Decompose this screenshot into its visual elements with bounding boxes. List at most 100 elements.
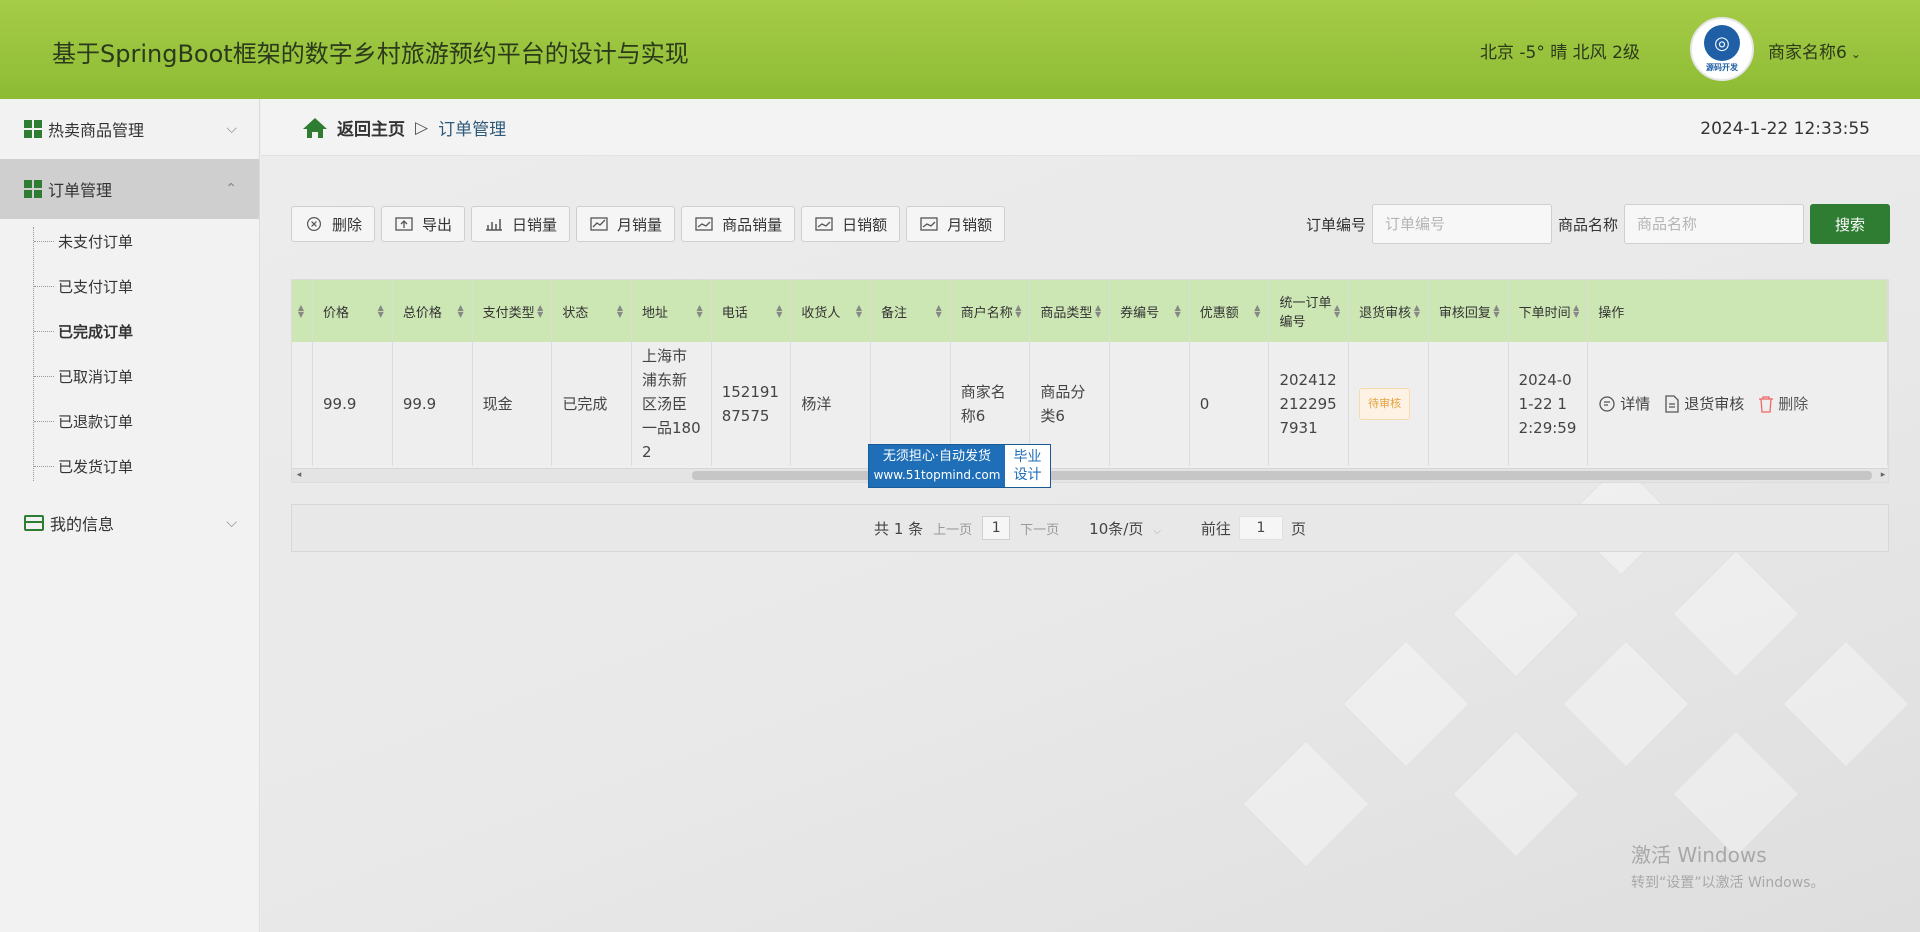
- detail-button[interactable]: 详情: [1598, 392, 1650, 416]
- page-number[interactable]: 1: [982, 516, 1011, 540]
- monthly-sales-button[interactable]: 月销量: [576, 206, 676, 242]
- sidebar-item-label: 热卖商品管理: [48, 121, 145, 140]
- table-header-cell[interactable]: 支付类型 ▲ ▼: [472, 280, 553, 342]
- sidebar-subitem-paid[interactable]: 已支付订单: [34, 264, 259, 309]
- table-header-cell[interactable]: 退货审核 ▲ ▼: [1348, 280, 1429, 342]
- trash-icon: [1759, 396, 1774, 413]
- chevron-down-icon: ⌵: [1153, 525, 1161, 537]
- daily-sales-button[interactable]: 日销量: [471, 206, 571, 242]
- logo-icon: ◎: [1704, 25, 1740, 61]
- sidebar-item-orders[interactable]: 订单管理 ⌃: [0, 159, 259, 219]
- sort-icon[interactable]: ▲ ▼: [1095, 304, 1101, 319]
- prev-page-button[interactable]: 上一页: [933, 519, 972, 538]
- sort-icon[interactable]: ▲ ▼: [856, 304, 862, 319]
- sort-icon[interactable]: ▲ ▼: [1334, 304, 1340, 319]
- table-cell: 已完成: [551, 342, 632, 466]
- sort-icon[interactable]: ▲ ▼: [378, 304, 384, 319]
- table-header-cell[interactable]: 价格 ▲ ▼: [312, 280, 393, 342]
- promo-tag1: 毕业: [1013, 449, 1042, 465]
- scroll-right-icon[interactable]: ▸: [1876, 469, 1888, 482]
- table-cell: 0: [1189, 342, 1270, 466]
- table-header-cell[interactable]: 券编号 ▲ ▼: [1109, 280, 1190, 342]
- table-header-cell[interactable]: 总价格 ▲ ▼: [392, 280, 473, 342]
- chart-icon: [590, 217, 608, 231]
- sort-icon[interactable]: ▲ ▼: [1175, 304, 1181, 319]
- table-cell: 上海市浦东新区汤臣一品1802: [631, 342, 712, 466]
- sidebar-subitem-unpaid[interactable]: 未支付订单: [34, 219, 259, 264]
- pagination: 共 1 条 上一页 1 下一页 10条/页 ⌵ 前往 1 页: [291, 504, 1889, 552]
- breadcrumb-home-link[interactable]: 返回主页: [337, 115, 405, 140]
- table-header-cell[interactable]: 状态 ▲ ▼: [551, 280, 632, 342]
- sort-icon[interactable]: ▲ ▼: [1015, 304, 1021, 319]
- goods-sales-button-label: 商品销量: [722, 215, 783, 234]
- export-button[interactable]: 导出: [381, 206, 466, 242]
- avatar[interactable]: ◎ 源码开发: [1690, 17, 1754, 81]
- promo-url: www.51topmind.com: [873, 468, 1001, 482]
- breadcrumb-current: 订单管理: [438, 120, 507, 140]
- scroll-left-icon[interactable]: ◂: [292, 469, 306, 482]
- order-no-label: 订单编号: [1305, 215, 1366, 234]
- sort-icon[interactable]: ▲ ▼: [617, 304, 623, 319]
- table-cell: 待审核: [1348, 342, 1429, 466]
- daily-revenue-button[interactable]: 日销额: [801, 206, 901, 242]
- line-chart-icon: [920, 217, 938, 231]
- table-header-cell[interactable]: 商品类型 ▲ ▼: [1029, 280, 1111, 342]
- sidebar-subitem-refunded[interactable]: 已退款订单: [34, 399, 259, 444]
- table-cell: 详情 退货审核 删除: [1587, 342, 1888, 466]
- sort-icon[interactable]: ▲ ▼: [298, 304, 304, 319]
- chevron-down-icon: ⌵: [226, 121, 237, 137]
- daily-revenue-button-label: 日销额: [842, 215, 888, 234]
- main-content: 返回主页 ▷ 订单管理 2024-1-22 12:33:55 删除 导出 日销量…: [261, 99, 1920, 932]
- monthly-sales-button-label: 月销量: [617, 215, 663, 234]
- table-header-cell[interactable]: 收货人 ▲ ▼: [790, 280, 872, 342]
- sidebar-item-hot-goods[interactable]: 热卖商品管理 ⌵: [0, 99, 259, 159]
- table-header-cell[interactable]: 统一订单编号 ▲ ▼: [1268, 280, 1350, 342]
- goods-name-input[interactable]: [1624, 204, 1804, 244]
- sidebar-item-my-info[interactable]: 我的信息 ⌵: [0, 493, 259, 553]
- table-header-cell[interactable]: 下单时间 ▲ ▼: [1508, 280, 1589, 342]
- sort-icon[interactable]: ▲ ▼: [1414, 304, 1420, 319]
- sidebar-subitem-shipped[interactable]: 已发货订单: [34, 444, 259, 489]
- sort-icon[interactable]: ▲ ▼: [936, 304, 942, 319]
- sort-icon[interactable]: ▲ ▼: [1493, 304, 1499, 319]
- table-header-cell[interactable]: 商户名称 ▲ ▼: [950, 280, 1031, 342]
- table-header-cell[interactable]: 优惠额 ▲ ▼: [1189, 280, 1270, 342]
- promo-watermark[interactable]: 无须担心·自动发货 www.51topmind.com 毕业 设计: [868, 444, 1051, 488]
- goods-sales-button[interactable]: 商品销量: [681, 206, 796, 242]
- table-header-cell[interactable]: 审核回复 ▲ ▼: [1428, 280, 1509, 342]
- monthly-revenue-button[interactable]: 月销额: [906, 206, 1006, 242]
- sort-icon[interactable]: ▲ ▼: [776, 304, 782, 319]
- goto-page-input[interactable]: 1: [1238, 516, 1283, 540]
- order-no-input[interactable]: [1371, 204, 1552, 244]
- weather-widget: 北京 -5° 晴 北风 2级: [1480, 43, 1640, 63]
- table-row[interactable]: 99.9 99.9 现金 已完成 上海市浦东新区汤臣一品1802 1521918…: [292, 342, 1888, 466]
- pagination-total: 共 1 条: [874, 519, 924, 538]
- sort-icon[interactable]: ▲ ▼: [457, 304, 463, 319]
- sort-icon[interactable]: ▲ ▼: [697, 304, 703, 319]
- row-delete-button[interactable]: 删除: [1758, 392, 1808, 416]
- next-page-button[interactable]: 下一页: [1020, 519, 1059, 538]
- sort-icon[interactable]: ▲ ▼: [537, 304, 543, 319]
- sidebar-subitem-cancelled[interactable]: 已取消订单: [34, 354, 259, 399]
- upload-icon: [395, 217, 413, 231]
- bar-chart-icon: [486, 219, 503, 231]
- sort-icon[interactable]: ▲ ▼: [1573, 304, 1579, 319]
- current-datetime: 2024-1-22 12:33:55: [1700, 119, 1870, 139]
- sort-icon[interactable]: ▲ ▼: [1254, 304, 1260, 319]
- table-header-cell[interactable]: 备注 ▲ ▼: [870, 280, 951, 342]
- delete-button[interactable]: 删除: [291, 206, 376, 242]
- user-menu[interactable]: 商家名称6 ⌄: [1768, 38, 1861, 63]
- table-header-cell[interactable]: 电话 ▲ ▼: [711, 280, 792, 342]
- page-size-select[interactable]: 10条/页 ⌵: [1089, 518, 1161, 539]
- sidebar: 热卖商品管理 ⌵ 订单管理 ⌃ 未支付订单 已支付订单 已完成订单 已取消订单 …: [0, 99, 260, 932]
- close-circle-icon: [307, 217, 321, 231]
- breadcrumb-separator: ▷: [415, 117, 429, 138]
- table-cell: 15219187575: [711, 342, 792, 466]
- windows-activation-hint: 转到“设置”以激活 Windows。: [1631, 875, 1825, 891]
- search-button[interactable]: 搜索: [1810, 204, 1890, 244]
- horizontal-scrollbar[interactable]: ◂ ▸: [292, 468, 1888, 482]
- table-cell: 2024122122957931: [1268, 342, 1350, 466]
- sidebar-subitem-completed[interactable]: 已完成订单: [34, 309, 259, 354]
- table-header-cell[interactable]: 地址 ▲ ▼: [631, 280, 712, 342]
- return-audit-button[interactable]: 退货审核: [1664, 392, 1744, 416]
